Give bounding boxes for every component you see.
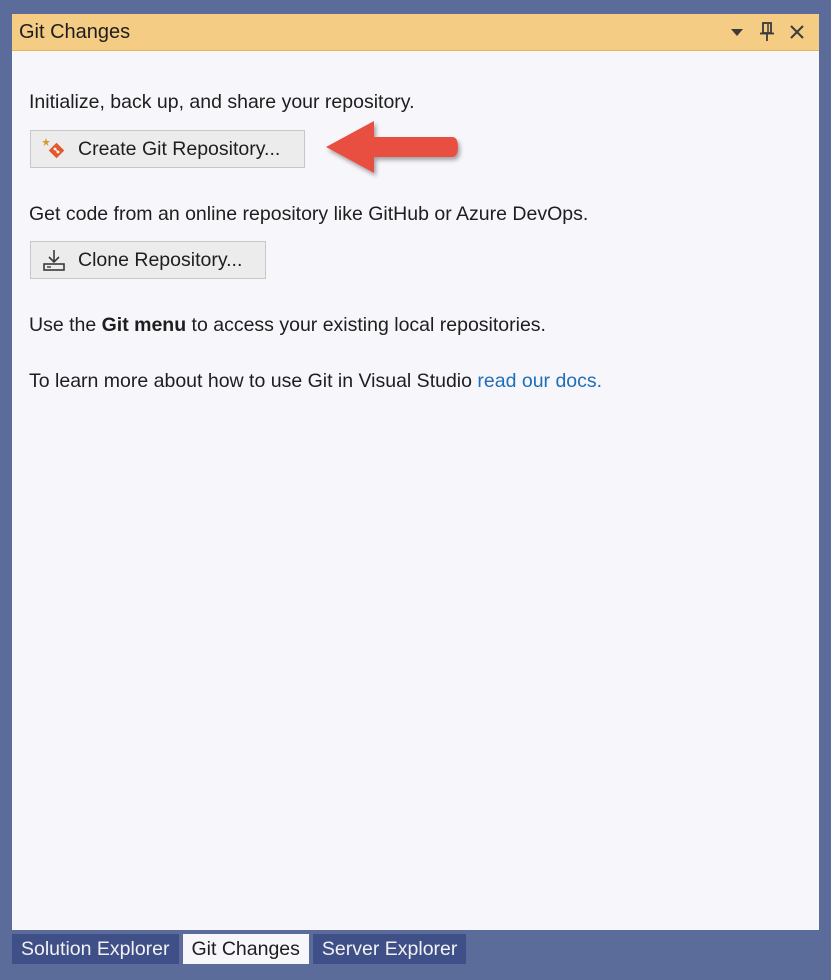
tab-solution-explorer[interactable]: Solution Explorer <box>12 934 179 964</box>
close-icon[interactable] <box>783 18 811 46</box>
docs-text: To learn more about how to use Git in Vi… <box>29 370 602 393</box>
panel-titlebar: Git Changes <box>12 14 819 51</box>
annotation-arrow-icon <box>326 121 458 173</box>
git-menu-suffix: to access your existing local repositori… <box>186 314 546 336</box>
git-create-icon <box>42 137 66 161</box>
init-text: Initialize, back up, and share your repo… <box>29 91 415 113</box>
docs-prefix: To learn more about how to use Git in Vi… <box>29 370 478 392</box>
pin-icon[interactable] <box>753 18 781 46</box>
clone-text: Get code from an online repository like … <box>29 203 589 225</box>
tab-git-changes[interactable]: Git Changes <box>182 934 309 964</box>
git-menu-prefix: Use the <box>29 314 102 336</box>
tool-window-tabs: Solution Explorer Git Changes Server Exp… <box>12 934 470 964</box>
tab-server-explorer[interactable]: Server Explorer <box>312 934 467 964</box>
read-docs-link[interactable]: read our docs. <box>477 370 602 392</box>
clone-repository-label: Clone Repository... <box>78 248 243 271</box>
download-icon <box>42 248 66 272</box>
dropdown-arrow-icon[interactable] <box>723 18 751 46</box>
create-git-repository-button[interactable]: Create Git Repository... <box>30 130 305 168</box>
create-git-repository-label: Create Git Repository... <box>78 137 281 160</box>
git-menu-bold: Git menu <box>101 314 187 336</box>
clone-repository-button[interactable]: Clone Repository... <box>30 241 266 279</box>
panel-title: Git Changes <box>19 21 131 43</box>
git-menu-text: Use the Git menu to access your existing… <box>29 314 546 337</box>
